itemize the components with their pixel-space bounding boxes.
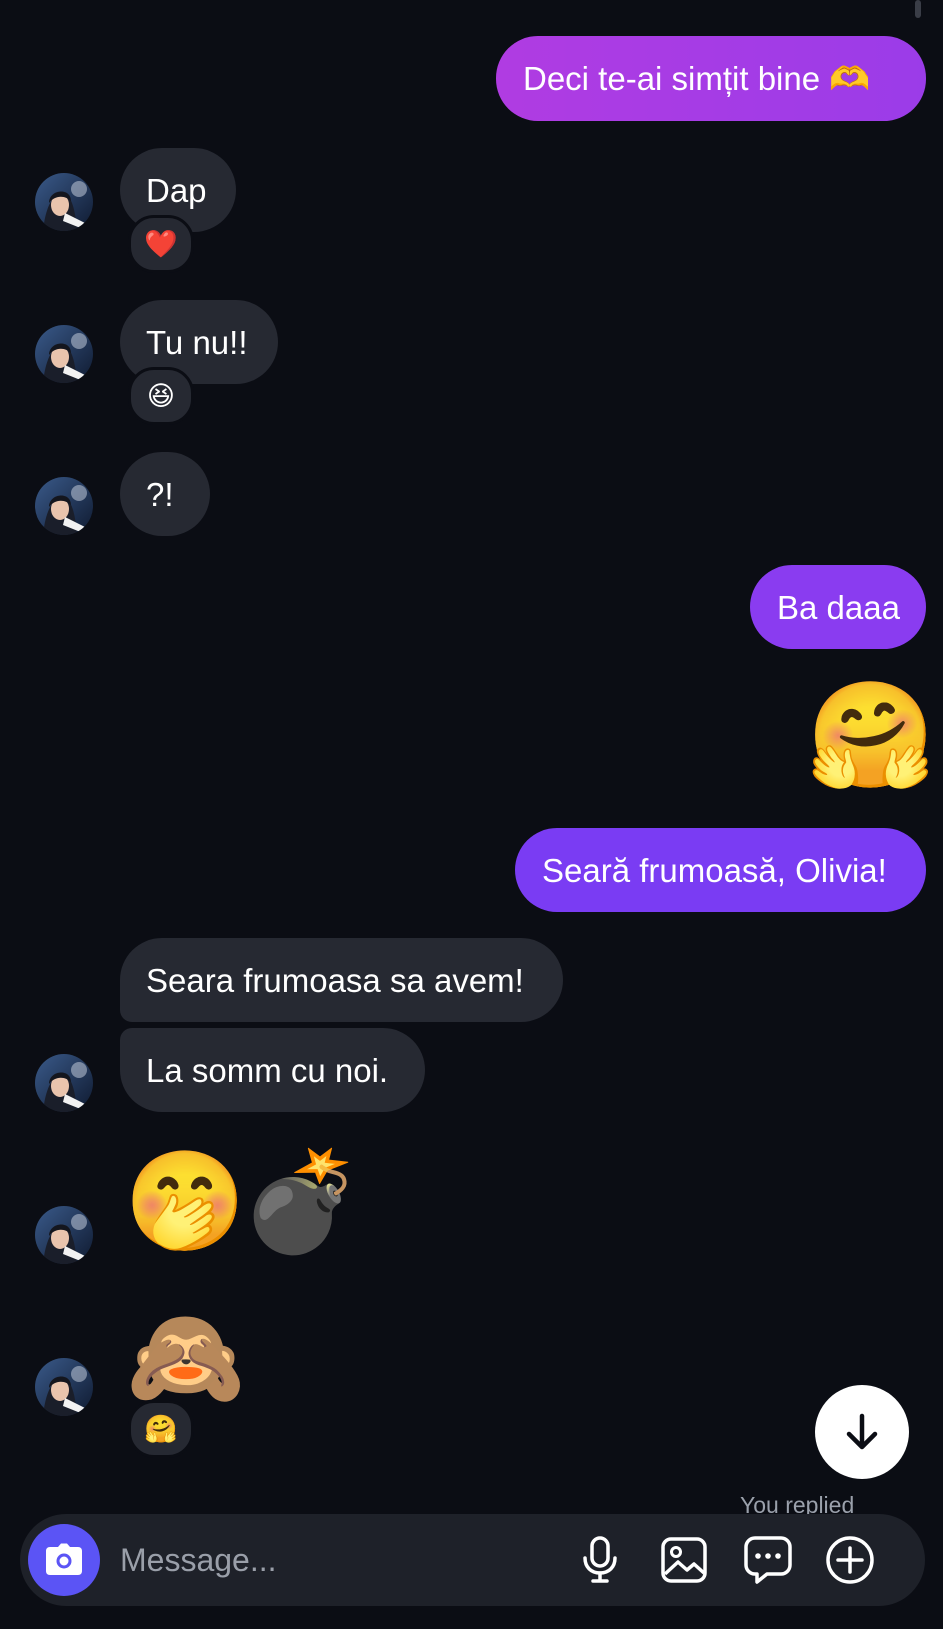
heart-reaction-icon: ❤️ xyxy=(144,228,178,259)
message-emoji-incoming[interactable]: 🤭 xyxy=(124,1152,246,1250)
hugging-face-reaction-icon: 🤗 xyxy=(144,1413,178,1444)
message-text: Seara frumoasa sa avem! xyxy=(146,961,524,999)
message-emoji-incoming[interactable]: 🙈 xyxy=(126,1310,246,1406)
message-bubble-outgoing[interactable]: Ba daaa xyxy=(750,565,926,649)
reaction-badge[interactable]: 😆 xyxy=(128,367,194,425)
avatar[interactable] xyxy=(35,173,93,231)
message-text: Deci te-ai simțit bine 🫶 xyxy=(523,60,871,97)
camera-icon xyxy=(46,1543,82,1575)
face-with-hand-over-mouth-icon: 🤭 xyxy=(124,1146,247,1256)
laughing-reaction-icon: 😆 xyxy=(146,380,176,411)
more-options-button[interactable] xyxy=(822,1532,878,1588)
voice-message-button[interactable] xyxy=(572,1532,628,1588)
avatar[interactable] xyxy=(35,1054,93,1112)
message-input[interactable] xyxy=(120,1540,450,1580)
hugging-face-icon: 🤗 xyxy=(806,678,936,794)
avatar[interactable] xyxy=(35,1358,93,1416)
scroll-to-bottom-button[interactable] xyxy=(815,1385,909,1479)
bomb-icon: 💣 xyxy=(240,1146,363,1256)
gallery-icon xyxy=(661,1537,707,1583)
gallery-button[interactable] xyxy=(656,1532,712,1588)
message-bubble-incoming[interactable]: ?! xyxy=(120,452,210,536)
scroll-indicator[interactable] xyxy=(915,0,921,18)
plus-circle-icon xyxy=(826,1536,874,1584)
reaction-badge[interactable]: ❤️ xyxy=(128,215,194,273)
microphone-icon xyxy=(583,1536,617,1583)
message-bubble-incoming[interactable]: Seara frumoasa sa avem! xyxy=(120,938,563,1022)
message-text: Seară frumoasă, Olivia! xyxy=(542,851,887,889)
message-bubble-outgoing[interactable]: Seară frumoasă, Olivia! xyxy=(515,828,926,912)
message-text: Dap xyxy=(146,171,207,209)
message-text: Ba daaa xyxy=(777,588,900,626)
reaction-badge[interactable]: 🤗 xyxy=(128,1400,194,1458)
chat-bubble-icon xyxy=(744,1536,792,1584)
avatar[interactable] xyxy=(35,325,93,383)
message-text: La somm cu noi. xyxy=(146,1051,389,1089)
sticker-button[interactable] xyxy=(740,1532,796,1588)
message-text: ?! xyxy=(146,475,174,513)
message-bubble-outgoing[interactable]: Deci te-ai simțit bine 🫶 xyxy=(496,36,926,121)
message-emoji-outgoing[interactable]: 🤗 xyxy=(806,684,936,788)
message-text: Tu nu!! xyxy=(146,323,248,361)
see-no-evil-monkey-icon: 🙈 xyxy=(126,1304,246,1411)
message-bubble-incoming[interactable]: La somm cu noi. xyxy=(120,1028,425,1112)
avatar[interactable] xyxy=(35,477,93,535)
message-composer xyxy=(20,1514,925,1606)
message-emoji-incoming[interactable]: 💣 xyxy=(240,1152,362,1250)
camera-button[interactable] xyxy=(28,1524,100,1596)
arrow-down-icon xyxy=(846,1413,878,1450)
you-replied-status: You replied xyxy=(740,1492,855,1514)
avatar[interactable] xyxy=(35,1206,93,1264)
